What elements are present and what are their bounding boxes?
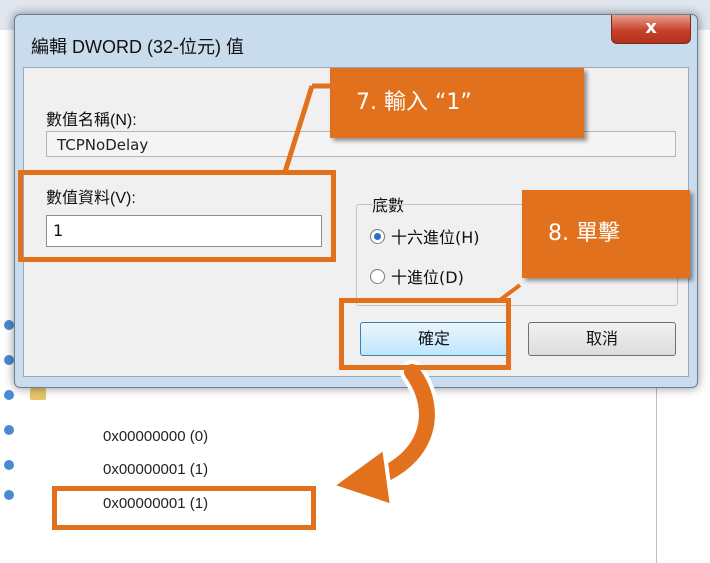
arrow-head-icon xyxy=(327,444,395,509)
highlight-ok-button xyxy=(339,298,511,370)
callout-step7: 7. 輸入 “1” xyxy=(330,68,584,138)
highlight-value-data xyxy=(18,170,336,262)
callout-step8: 8. 單擊 xyxy=(522,190,690,278)
highlight-registry-value xyxy=(52,486,316,530)
leader-line-step7 xyxy=(282,85,315,173)
